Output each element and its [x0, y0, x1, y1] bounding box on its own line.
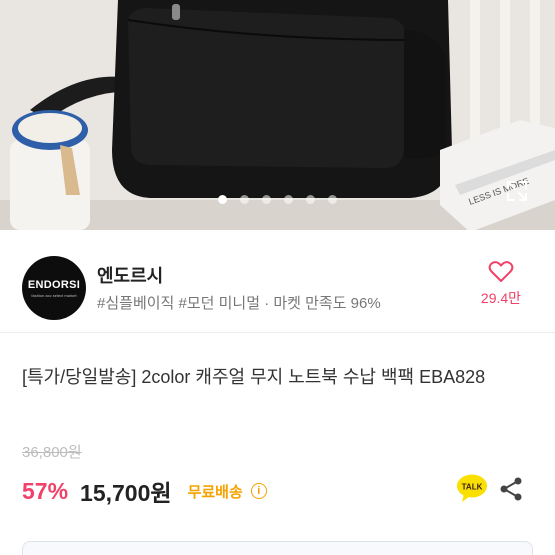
- info-icon[interactable]: i: [250, 483, 267, 499]
- store-info[interactable]: ENDORSI fashion acc select market 엔도르시 #…: [0, 230, 555, 333]
- product-image[interactable]: LESS IS MORE: [0, 0, 555, 230]
- coupon-box[interactable]: [22, 541, 533, 555]
- carousel-dot[interactable]: [284, 195, 293, 204]
- share-icon[interactable]: [498, 476, 524, 502]
- free-shipping-label: 무료배송: [187, 483, 243, 501]
- original-price: 36,800원: [22, 444, 82, 461]
- like-count: 29.4만: [480, 290, 522, 306]
- price-row: 57% 15,700원 무료배송 i: [22, 474, 267, 508]
- discount-rate: 57%: [22, 477, 69, 504]
- expand-icon[interactable]: [505, 179, 529, 203]
- carousel-indicator: [0, 195, 555, 204]
- store-logo-text: ENDORSI: [27, 278, 81, 291]
- carousel-dot[interactable]: [328, 195, 337, 204]
- talk-label: TALK: [462, 483, 483, 492]
- like-button[interactable]: 29.4만: [469, 260, 533, 308]
- store-logo-subtext: fashion acc select market: [31, 292, 77, 298]
- sale-price: 15,700원: [80, 480, 172, 506]
- carousel-dot[interactable]: [306, 195, 315, 204]
- talk-icon: TALK: [457, 474, 487, 502]
- product-title: [특가/당일발송] 2color 캐주얼 무지 노트북 수납 백팩 EBA828: [22, 367, 486, 387]
- carousel-dot[interactable]: [240, 195, 249, 204]
- store-name[interactable]: 엔도르시: [97, 262, 163, 288]
- carousel-dot[interactable]: [218, 195, 227, 204]
- carousel-dot[interactable]: [262, 195, 271, 204]
- store-tags: #심플베이직 #모던 미니멀 · 마켓 만족도 96%: [97, 295, 381, 312]
- store-logo[interactable]: ENDORSI fashion acc select market: [22, 256, 86, 320]
- kakao-talk-button[interactable]: TALK: [456, 474, 488, 503]
- heart-icon: [488, 261, 514, 282]
